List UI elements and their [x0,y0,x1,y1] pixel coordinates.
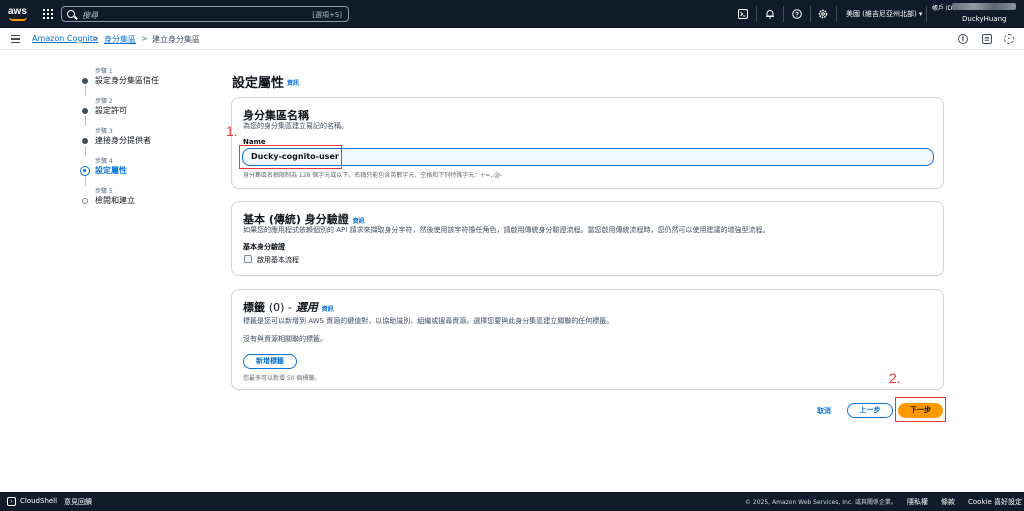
info-link[interactable]: 資訊 [287,78,299,87]
feedback-icon[interactable]: ≡ [982,34,992,44]
cookie-preferences-link[interactable]: Cookie 喜好設定 [968,497,1022,507]
copyright-text: © 2025, Amazon Web Services, Inc. 或其關係企業… [745,499,897,506]
step-pending-dot [82,198,88,204]
search-icon [67,10,75,18]
enable-basic-flow-checkbox[interactable] [244,255,252,263]
feedback-link[interactable]: 意見回饋 [64,497,92,507]
cancel-button[interactable]: 取消 [817,406,831,416]
annotation-number-1: 1. [226,123,238,139]
aws-logo[interactable]: aws [8,7,30,21]
menu-hamburger-icon[interactable] [11,35,20,43]
empty-tags-text: 沒有與資源相關聯的標籤。 [243,335,327,343]
step-active-dot [80,166,90,176]
breadcrumb-bar: Amazon Cognito > 身分集區 > 建立身分集區 i ≡ · [0,28,1024,50]
chevron-right-icon: > [141,34,148,43]
top-navigation: aws 搜尋 [選項+S] ? 美國 (維吉尼亞州北部) ▾ 帳戶 ID: Du… [0,0,1024,28]
info-link[interactable]: 資訊 [322,306,334,313]
account-id-redacted [952,3,1016,10]
card-description: 如果您的應用程式依賴個別的 API 請求來擷取身分字符，然後使用該字符擔任角色，… [243,226,770,234]
caret-down-icon: ▾ [918,10,923,18]
search-placeholder: 搜尋 [82,11,98,20]
basic-auth-label: 基本身分驗證 [243,243,285,251]
breadcrumb-service[interactable]: Amazon Cognito [32,34,98,43]
cloudshell-icon[interactable]: › [7,497,16,506]
terms-link[interactable]: 條款 [941,497,955,507]
cloudshell-icon[interactable] [738,9,748,19]
privacy-link[interactable]: 隱私權 [907,497,928,507]
tags-limit-note: 您最多可以新增 50 個標籤。 [243,375,321,382]
step-complete-dot [82,108,88,114]
add-tag-button[interactable]: 新增標籤 [243,354,297,369]
card-description: 標籤是您可以新增到 AWS 資源的鍵值對，以協助識別、組織或搜尋資源。選擇您要與… [243,317,614,325]
search-input[interactable]: 搜尋 [選項+S] [61,6,349,22]
account-id-label: 帳戶 ID: [932,5,955,12]
settings-gear-icon[interactable] [818,9,828,19]
tags-card: 標籤 (0) - 選用 資訊 標籤是您可以新增到 AWS 資源的鍵值對，以協助識… [231,289,944,390]
chevron-right-icon: > [92,34,99,43]
info-link[interactable]: 資訊 [353,218,365,225]
annotation-number-2: 2. [889,370,901,386]
step-complete-dot [82,78,88,84]
card-title: 標籤 (0) - 選用 資訊 [243,301,334,314]
preferences-gear-icon[interactable]: · [1004,34,1014,44]
enable-basic-flow-label[interactable]: 啟用基本流程 [257,255,299,265]
previous-button[interactable]: 上一步 [847,403,893,418]
step-complete-dot [82,138,88,144]
breadcrumb-current: 建立身分集區 [152,35,200,44]
basic-auth-card: 基本 (傳統) 身分驗證 資訊 如果您的應用程式依賴個別的 API 請求來擷取身… [231,201,944,276]
cloudshell-link[interactable]: CloudShell [20,497,57,505]
services-grid-icon[interactable] [43,9,53,19]
breadcrumb-section[interactable]: 身分集區 [104,34,136,45]
account-menu[interactable]: DuckyHuang [962,15,1007,23]
notifications-bell-icon[interactable] [765,9,775,19]
pool-name-input[interactable]: Ducky-cognito-user [242,148,934,166]
name-constraint: 身分集區名稱限制為 128 個字元或以下。名稱只能包含英數字元、空格和下列特殊字… [243,172,503,179]
annotation-box-1 [239,145,342,169]
search-shortcut: [選項+S] [312,11,342,19]
info-panel-icon[interactable]: i [958,34,968,44]
svg-text:?: ? [795,12,799,19]
footer: › CloudShell 意見回饋 © 2025, Amazon Web Ser… [0,492,1024,511]
annotation-box-2 [895,397,946,422]
page-title: 設定屬性 [232,76,285,91]
region-selector[interactable]: 美國 (維吉尼亞州北部) ▾ [846,9,922,19]
help-icon[interactable]: ? [792,9,802,19]
card-description: 為您的身分集區建立易記的名稱。 [243,122,348,130]
pool-name-card: 身分集區名稱 為您的身分集區建立易記的名稱。 Name Ducky-cognit… [231,97,944,189]
